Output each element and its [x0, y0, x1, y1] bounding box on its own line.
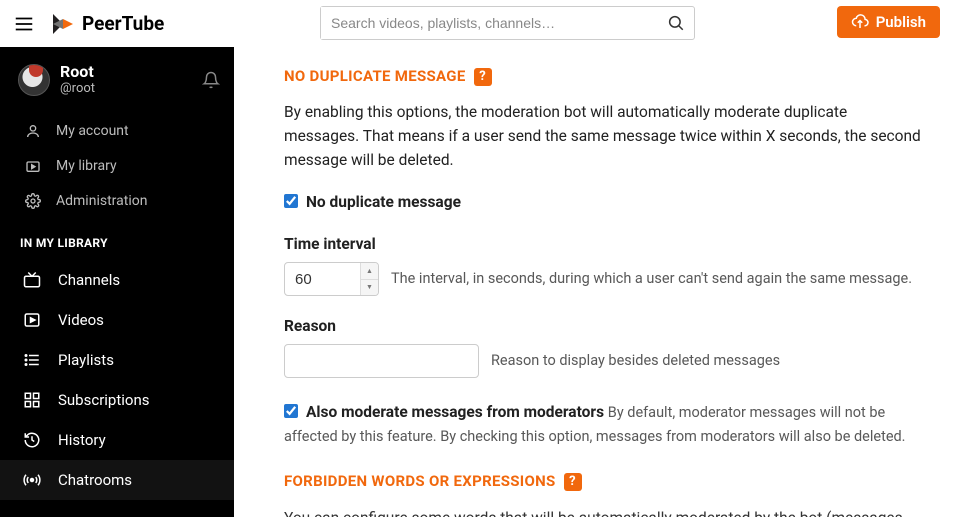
user-names: Root @root	[60, 63, 200, 96]
search-icon	[667, 14, 685, 32]
search-box	[320, 6, 695, 40]
no-duplicate-heading: NO DUPLICATE MESSAGE ?	[284, 65, 923, 88]
history-icon	[22, 431, 42, 449]
sidebar-item-label: My library	[56, 158, 117, 174]
main-content: NO DUPLICATE MESSAGE ? By enabling this …	[234, 47, 959, 517]
menu-toggle[interactable]	[0, 0, 48, 47]
spinner-up[interactable]: ▲	[361, 263, 378, 280]
user-display-name: Root	[60, 63, 200, 81]
bell-icon	[202, 71, 220, 89]
help-icon[interactable]: ?	[564, 473, 582, 491]
broadcast-icon	[22, 471, 42, 489]
sidebar-item-label: Playlists	[58, 351, 114, 369]
no-duplicate-description: By enabling this options, the moderation…	[284, 100, 923, 172]
grid-icon	[22, 391, 42, 409]
sidebar-item-my-account[interactable]: My account	[0, 113, 234, 148]
reason-hint: Reason to display besides deleted messag…	[491, 350, 780, 372]
sidebar-item-administration[interactable]: Administration	[0, 183, 234, 218]
sidebar-item-label: My account	[56, 123, 129, 139]
moderate-moderators-checkbox[interactable]	[284, 404, 298, 418]
sidebar-item-label: Subscriptions	[58, 391, 149, 409]
brand-logo[interactable]: PeerTube	[50, 12, 164, 36]
publish-label: Publish	[876, 13, 926, 31]
sidebar-item-channels[interactable]: Channels	[0, 260, 234, 300]
brand-name: PeerTube	[82, 12, 164, 35]
user-block[interactable]: Root @root	[0, 47, 234, 113]
number-spinner: ▲ ▼	[360, 263, 378, 295]
sidebar-section-library-title: IN MY LIBRARY	[0, 218, 234, 260]
library-icon	[24, 158, 42, 174]
forbidden-words-heading: FORBIDDEN WORDS OR EXPRESSIONS ?	[284, 470, 923, 493]
search-input[interactable]	[321, 7, 658, 39]
gear-icon	[24, 193, 42, 209]
time-interval-hint: The interval, in seconds, during which a…	[391, 268, 912, 290]
sidebar-item-subscriptions[interactable]: Subscriptions	[0, 380, 234, 420]
play-square-icon	[22, 311, 42, 329]
upload-icon	[851, 13, 869, 31]
sidebar-item-chatrooms[interactable]: Chatrooms	[0, 460, 234, 500]
sidebar-item-label: Videos	[58, 311, 104, 329]
time-interval-label: Time interval	[284, 232, 923, 256]
sidebar-item-videos[interactable]: Videos	[0, 300, 234, 340]
moderate-moderators-label: Also moderate messages from moderators	[306, 403, 604, 421]
search-button[interactable]	[658, 7, 694, 39]
hamburger-icon	[13, 13, 35, 35]
user-icon	[24, 123, 42, 139]
reason-label: Reason	[284, 314, 923, 338]
sidebar-item-playlists[interactable]: Playlists	[0, 340, 234, 380]
sidebar-item-label: History	[58, 431, 106, 449]
heading-text: FORBIDDEN WORDS OR EXPRESSIONS	[284, 470, 556, 493]
tv-icon	[22, 271, 42, 289]
heading-text: NO DUPLICATE MESSAGE	[284, 65, 466, 88]
list-icon	[22, 351, 42, 369]
user-handle: @root	[60, 81, 200, 97]
forbidden-words-description: You can configure some words that will b…	[284, 506, 923, 517]
publish-button[interactable]: Publish	[837, 6, 940, 38]
sidebar-item-history[interactable]: History	[0, 420, 234, 460]
spinner-down[interactable]: ▼	[361, 280, 378, 296]
notifications-button[interactable]	[200, 69, 222, 91]
sidebar-item-label: Chatrooms	[58, 471, 132, 489]
sidebar: Root @root My account My library Adminis…	[0, 47, 234, 517]
sidebar-item-my-library[interactable]: My library	[0, 148, 234, 183]
no-duplicate-checkbox[interactable]	[284, 194, 298, 208]
reason-input[interactable]	[284, 344, 479, 378]
peertube-icon	[50, 12, 74, 36]
sidebar-item-label: Channels	[58, 271, 120, 289]
help-icon[interactable]: ?	[474, 68, 492, 86]
no-duplicate-checkbox-label: No duplicate message	[306, 190, 461, 214]
sidebar-item-label: Administration	[56, 193, 147, 209]
avatar	[18, 64, 50, 96]
